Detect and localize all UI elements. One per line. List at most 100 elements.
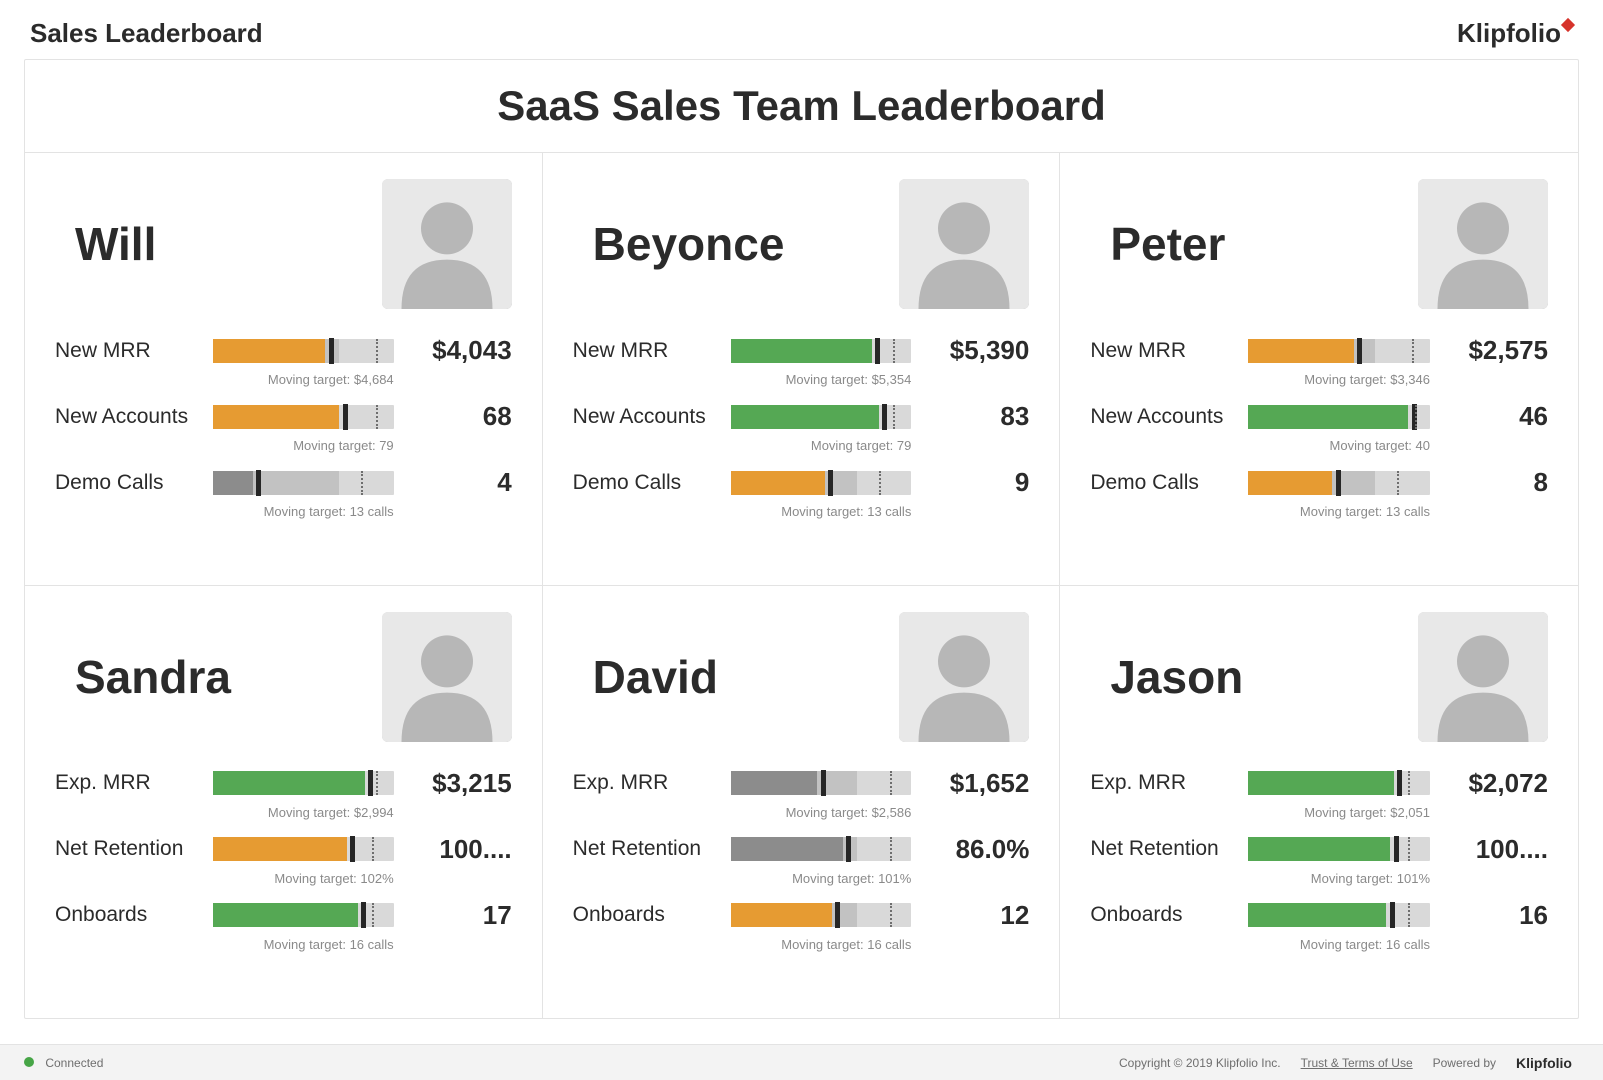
metric-row: Exp. MRR$2,072	[1090, 768, 1548, 799]
bullet-target-line	[890, 837, 892, 861]
footer: Connected Copyright © 2019 Klipfolio Inc…	[0, 1044, 1603, 1080]
target-note: Moving target: 40	[1248, 438, 1430, 453]
rep-card: JasonExp. MRR$2,072Moving target: $2,051…	[1060, 586, 1578, 1019]
target-note: Moving target: $2,994	[213, 805, 394, 820]
bullet-marker	[828, 470, 833, 496]
target-note-row: Moving target: 13 calls	[1090, 502, 1548, 533]
rep-card: Will New MRR$4,043 Moving target: $4,684 Ne…	[25, 153, 543, 586]
rep-card: BeyonceNew MRR$5,390Moving target: $5,35…	[543, 153, 1061, 586]
metric-row: Net Retention100....	[55, 834, 512, 865]
metric-value: 100....	[402, 834, 512, 865]
metric-label: New Accounts	[573, 405, 723, 429]
bullet-fill	[1248, 339, 1353, 363]
target-note-row: Moving target: $4,684	[55, 370, 512, 401]
rep-name: Jason	[1110, 650, 1243, 704]
bullet-fill	[1248, 771, 1393, 795]
target-note: Moving target: 79	[213, 438, 394, 453]
metric-label: Onboards	[55, 903, 205, 927]
bullet-marker	[368, 770, 373, 796]
metric-value: $2,575	[1438, 335, 1548, 366]
bullet-target-line	[893, 405, 895, 429]
metric-value: 68	[402, 401, 512, 432]
bullet-fill	[731, 339, 872, 363]
target-note-row: Moving target: 16 calls	[1090, 935, 1548, 966]
metric-row: Onboards 12	[573, 900, 1030, 931]
target-note: Moving target: 101%	[731, 871, 912, 886]
metric-value: 46	[1438, 401, 1548, 432]
bullet-fill	[213, 837, 347, 861]
metric-label: Onboards	[573, 903, 723, 927]
status-label: Connected	[45, 1056, 103, 1070]
target-note: Moving target: 13 calls	[213, 504, 394, 519]
rep-card-head: Will	[55, 179, 512, 309]
rep-card: SandraExp. MRR$3,215Moving target: $2,99…	[25, 586, 543, 1019]
rep-card-head: Sandra	[55, 612, 512, 742]
footer-brand-logo[interactable]: Klipfolio	[1516, 1055, 1579, 1071]
metric-value: 4	[402, 467, 512, 498]
bullet-chart	[731, 339, 912, 363]
rep-name: Beyonce	[593, 217, 785, 271]
bullet-chart	[1248, 339, 1430, 363]
bullet-target-line	[1412, 339, 1414, 363]
bullet-chart	[731, 771, 912, 795]
metric-label: Exp. MRR	[1090, 771, 1240, 795]
metric-row: New Accounts 68	[55, 401, 512, 432]
metric-row: Onboards16	[1090, 900, 1548, 931]
dashboard-panel: SaaS Sales Team Leaderboard WillNew MRR$…	[24, 59, 1579, 1019]
bullet-fill	[1248, 837, 1390, 861]
bullet-fill	[731, 471, 825, 495]
bullet-marker	[361, 902, 366, 928]
avatar	[1418, 612, 1548, 742]
bullet-marker	[1390, 902, 1395, 928]
bullet-target-line	[890, 771, 892, 795]
target-note-row: Moving target: 101%	[573, 869, 1030, 900]
target-note: Moving target: 16 calls	[1248, 937, 1430, 952]
avatar-icon	[899, 179, 1029, 309]
bullet-target-line	[376, 771, 378, 795]
bullet-marker	[343, 404, 348, 430]
metric-row: Exp. MRR$1,652	[573, 768, 1030, 799]
target-note: Moving target: 102%	[213, 871, 394, 886]
bullet-target-line	[372, 903, 374, 927]
rep-card-head: Peter	[1090, 179, 1548, 309]
avatar	[899, 179, 1029, 309]
avatar-icon	[382, 612, 512, 742]
rep-card: PeterNew MRR$2,575Moving target: $3,346N…	[1060, 153, 1578, 586]
metric-row: Net Retention86.0%	[573, 834, 1030, 865]
bullet-chart	[731, 405, 912, 429]
metric-label: New Accounts	[1090, 405, 1240, 429]
bullet-target-line	[372, 837, 374, 861]
bullet-chart	[731, 837, 912, 861]
target-note: Moving target: $4,684	[213, 372, 394, 387]
metric-label: Demo Calls	[55, 471, 205, 495]
terms-link[interactable]: Trust & Terms of Use	[1301, 1056, 1413, 1070]
metric-row: Onboards17	[55, 900, 512, 931]
avatar	[382, 179, 512, 309]
rep-card-head: Beyonce	[573, 179, 1030, 309]
metric-value: $5,390	[919, 335, 1029, 366]
powered-by-label: Powered by	[1433, 1056, 1496, 1070]
metric-value: 8	[1438, 467, 1548, 498]
metric-value: $4,043	[402, 335, 512, 366]
metric-row: New MRR$4,043	[55, 335, 512, 366]
bullet-fill	[213, 471, 253, 495]
bullet-fill	[731, 771, 818, 795]
bullet-target-line	[361, 471, 363, 495]
metric-label: New Accounts	[55, 405, 205, 429]
avatar-icon	[899, 612, 1029, 742]
target-note: Moving target: 13 calls	[731, 504, 912, 519]
brand-logo[interactable]: Klipfolio	[1457, 18, 1573, 49]
target-note-row: Moving target: 79	[55, 436, 512, 467]
target-note: Moving target: 13 calls	[1248, 504, 1430, 519]
bullet-chart	[1248, 405, 1430, 429]
bullet-marker	[835, 902, 840, 928]
bullet-marker	[1336, 470, 1341, 496]
metric-value: 100....	[1438, 834, 1548, 865]
metric-value: 12	[919, 900, 1029, 931]
metric-label: Demo Calls	[573, 471, 723, 495]
bullet-chart	[1248, 903, 1430, 927]
bullet-chart	[213, 903, 394, 927]
metric-label: Net Retention	[1090, 837, 1240, 861]
bullet-fill	[731, 837, 843, 861]
bullet-chart	[213, 771, 394, 795]
